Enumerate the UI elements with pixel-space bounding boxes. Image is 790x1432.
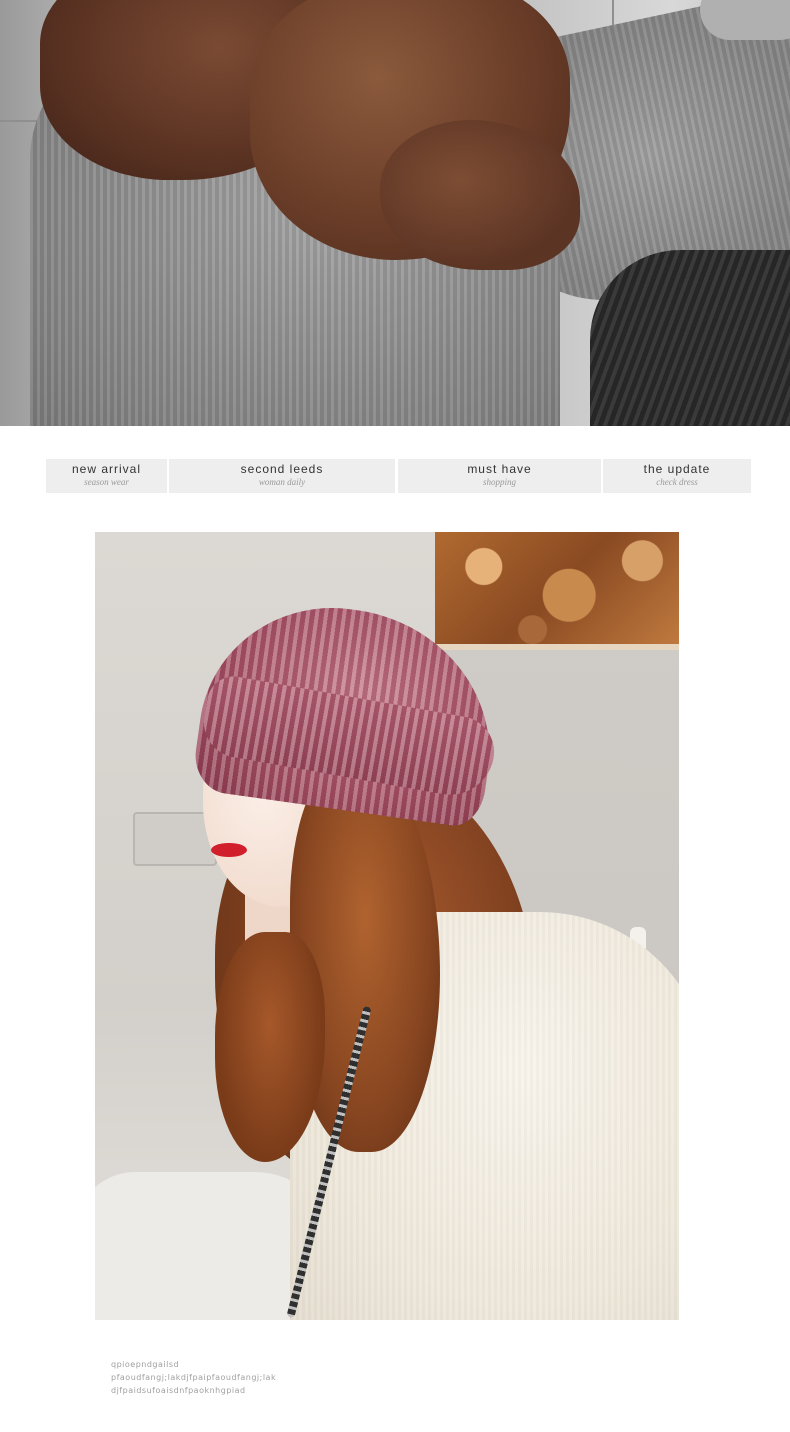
hero-photo	[0, 0, 790, 426]
tab-second-leeds[interactable]: second leeds woman daily	[169, 459, 395, 493]
tab-the-update[interactable]: the update check dress	[603, 459, 751, 493]
tab-must-have[interactable]: must have shopping	[398, 459, 601, 493]
red-lips	[211, 843, 247, 857]
tab-title: second leeds	[240, 462, 324, 476]
caption-line: djfpaidsufoaisdnfpaoknhgpiad	[111, 1386, 246, 1395]
tab-subtitle: shopping	[482, 477, 516, 487]
product-photo	[95, 532, 679, 1320]
caption-line: qpioepndgailsd	[111, 1360, 180, 1369]
wall-painting	[435, 532, 679, 647]
tab-subtitle: season wear	[84, 477, 129, 487]
category-tabs: new arrival season wear second leeds wom…	[0, 459, 790, 493]
tab-subtitle: woman daily	[258, 477, 306, 487]
tab-title: must have	[467, 462, 532, 476]
tab-new-arrival[interactable]: new arrival season wear	[46, 459, 167, 493]
caption: qpioepndgailsd pfaoudfangj;lakdjfpaipfao…	[111, 1358, 276, 1397]
painting-frame	[435, 644, 679, 650]
caption-line: pfaoudfangj;lakdjfpaipfaoudfangj;lak	[111, 1373, 277, 1382]
dark-pants	[590, 250, 790, 426]
hand	[700, 0, 790, 40]
tab-title: the update	[643, 462, 711, 476]
tab-subtitle: check dress	[656, 477, 698, 487]
tab-title: new arrival	[71, 462, 142, 476]
